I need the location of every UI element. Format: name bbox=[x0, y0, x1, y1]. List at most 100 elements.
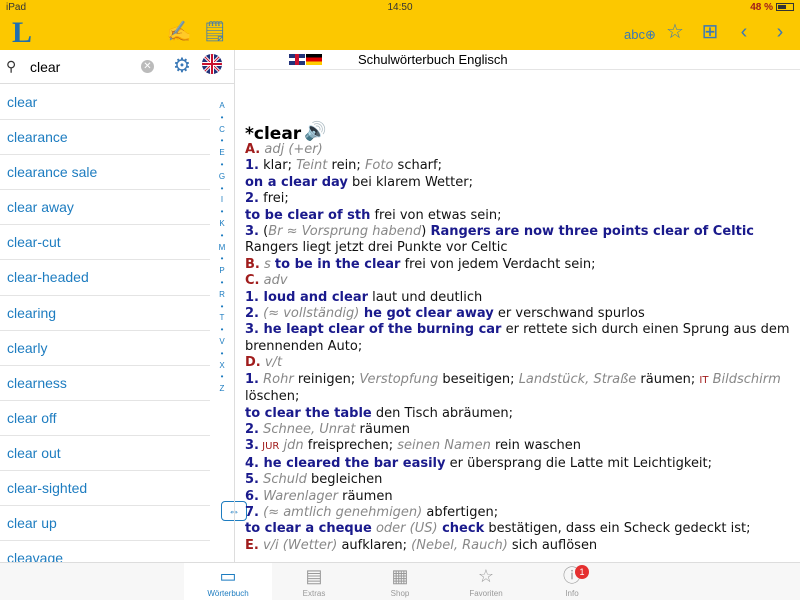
tab-extras[interactable]: ▤ Extras bbox=[270, 563, 358, 600]
translation-text: Rangers liegt jetzt drei Punkte vor Celt… bbox=[245, 240, 508, 256]
word-list-item[interactable]: clearance sale bbox=[0, 155, 210, 191]
example-phrase[interactable]: he cleared the bar easily bbox=[259, 456, 446, 471]
example-phrase[interactable]: to be in the clear bbox=[275, 257, 401, 272]
section-label: D. bbox=[245, 355, 261, 371]
tab-info[interactable]: ⓘ Info 1 bbox=[528, 563, 616, 600]
sense-number: 2. bbox=[245, 421, 259, 437]
word-list-item[interactable]: cleavage bbox=[0, 541, 210, 562]
word-list-item[interactable]: clearance bbox=[0, 120, 210, 156]
grammar-note: Schuld bbox=[258, 472, 307, 488]
alphabet-dot[interactable]: • bbox=[212, 230, 232, 242]
tab-wörterbuch[interactable]: ▭ Wörterbuch bbox=[184, 563, 272, 600]
alphabet-dot[interactable]: • bbox=[212, 253, 232, 265]
alphabet-letter[interactable]: Z bbox=[212, 383, 232, 395]
grammar-note: Verstopfung bbox=[359, 371, 439, 387]
word-list-item[interactable]: clear off bbox=[0, 401, 210, 436]
status-bar: iPad 14:50 48 % bbox=[0, 0, 800, 16]
cabinet-icon: ▦ bbox=[391, 566, 409, 586]
add-word-icon[interactable]: abc⊕ bbox=[624, 20, 656, 50]
alphabet-dot[interactable]: • bbox=[212, 348, 232, 360]
alphabet-letter[interactable]: P bbox=[212, 265, 232, 277]
domain-label: JUR bbox=[258, 441, 280, 453]
tab-favoriten[interactable]: ☆ Favoriten bbox=[442, 563, 530, 600]
alphabet-letter[interactable]: C bbox=[212, 124, 232, 136]
example-phrase[interactable]: he got clear away bbox=[359, 306, 494, 321]
word-list-item[interactable]: clear out bbox=[0, 436, 210, 472]
alphabet-dot[interactable]: • bbox=[212, 183, 232, 195]
alphabet-letter[interactable]: A bbox=[212, 100, 232, 112]
alphabet-dot[interactable]: • bbox=[212, 112, 232, 124]
alphabet-dot[interactable]: • bbox=[212, 277, 232, 289]
search-input[interactable] bbox=[30, 57, 140, 77]
gear-icon[interactable]: ⚙ bbox=[173, 55, 191, 77]
handwriting-icon[interactable]: ✍ bbox=[166, 20, 192, 44]
alphabet-letter[interactable]: G bbox=[212, 171, 232, 183]
entry-line: E. v/i (Wetter) aufklaren; (Nebel, Rauch… bbox=[245, 538, 790, 554]
example-phrase[interactable]: to clear the table bbox=[245, 406, 372, 421]
word-list-item[interactable]: clearly bbox=[0, 331, 210, 366]
sense-number: 3. bbox=[245, 224, 259, 240]
alphabet-letter[interactable]: V bbox=[212, 336, 232, 348]
grammar-note: oder (US) bbox=[371, 521, 438, 537]
top-toolbar: L ✍ 🗒 abc⊕ ☆ ⊞ ‹ › bbox=[0, 16, 800, 50]
battery-icon bbox=[776, 3, 794, 12]
tab-shop[interactable]: ▦ Shop bbox=[356, 563, 444, 600]
entry-line: 4. he cleared the bar easily er überspra… bbox=[245, 456, 790, 472]
entry-body: A. adj (+er) 1. klar; Teint rein; Foto sc… bbox=[245, 142, 790, 554]
alphabet-letter[interactable]: R bbox=[212, 289, 232, 301]
example-phrase[interactable]: loud and clear bbox=[259, 290, 369, 305]
box-icon: ▤ bbox=[305, 566, 323, 586]
clear-search-icon[interactable]: ✕ bbox=[141, 60, 154, 73]
star-add-icon[interactable]: ☆ bbox=[662, 20, 688, 44]
folder-add-icon[interactable]: ⊞ bbox=[696, 20, 724, 44]
alphabet-dot[interactable]: • bbox=[212, 206, 232, 218]
example-phrase[interactable]: on a clear day bbox=[245, 175, 348, 190]
tab-label: Extras bbox=[302, 589, 326, 598]
alphabet-dot[interactable]: • bbox=[212, 159, 232, 171]
alphabet-letter[interactable]: X bbox=[212, 360, 232, 372]
alphabet-index[interactable]: A • C • E • G • I • K • M • P • R • T • V • X • Z bbox=[212, 100, 232, 550]
word-list-item[interactable]: clearness bbox=[0, 366, 210, 401]
word-list-item[interactable]: clear bbox=[0, 85, 210, 121]
alphabet-letter[interactable]: K bbox=[212, 218, 232, 230]
example-phrase[interactable]: Rangers are now three points clear of Ce… bbox=[430, 224, 754, 239]
entry-line: A. adj (+er) bbox=[245, 142, 790, 158]
word-list-item[interactable]: clearing bbox=[0, 296, 210, 331]
translation-text: bestätigen, dass ein Scheck gedeckt ist; bbox=[484, 521, 751, 537]
tab-bar: ▭ Wörterbuch ▤ Extras ▦ Shop ☆ Favoriten ⓘ Info 1 bbox=[0, 562, 800, 600]
alphabet-letter[interactable]: I bbox=[212, 194, 232, 206]
entry-line: 3. JUR jdn freisprechen; seinen Namen re… bbox=[245, 438, 790, 455]
entry-line: 1. klar; Teint rein; Foto scharf; bbox=[245, 158, 790, 174]
dictionary-title: Schulwörterbuch Englisch bbox=[358, 52, 508, 67]
alphabet-dot[interactable]: • bbox=[212, 324, 232, 336]
word-list-item[interactable]: clear up bbox=[0, 506, 210, 542]
word-list-item[interactable]: clear-headed bbox=[0, 260, 210, 296]
word-list-item[interactable]: clear-sighted bbox=[0, 471, 210, 507]
vocabulary-card-icon[interactable]: 🗒 bbox=[202, 20, 228, 44]
language-direction-flag-icon[interactable] bbox=[202, 54, 222, 74]
translation-text: er übersprang die Latte mit Leichtigkeit… bbox=[445, 455, 713, 471]
alphabet-letter[interactable]: E bbox=[212, 147, 232, 159]
alphabet-dot[interactable]: • bbox=[212, 135, 232, 147]
word-list-item[interactable]: clear-cut bbox=[0, 225, 210, 261]
translation-text: den Tisch abräumen; bbox=[371, 405, 513, 421]
example-phrase[interactable]: check bbox=[438, 521, 484, 536]
uk-flag-icon bbox=[289, 54, 305, 65]
alphabet-letter[interactable]: M bbox=[212, 242, 232, 254]
forward-arrow-icon[interactable]: › bbox=[770, 20, 790, 44]
example-phrase[interactable]: to clear a cheque bbox=[245, 521, 372, 536]
back-arrow-icon[interactable]: ‹ bbox=[734, 20, 754, 44]
alphabet-dot[interactable]: • bbox=[212, 371, 232, 383]
sense-number: 3. bbox=[245, 322, 259, 338]
sense-number: 1. bbox=[245, 158, 259, 174]
alphabet-letter[interactable]: T bbox=[212, 312, 232, 324]
alphabet-dot[interactable]: • bbox=[212, 301, 232, 313]
tab-label: Info bbox=[565, 589, 579, 598]
translation-text: scharf; bbox=[393, 158, 442, 174]
word-list-item[interactable]: clear away bbox=[0, 190, 210, 226]
translation-text: rein waschen bbox=[490, 438, 582, 454]
grammar-note: Br ≈ Vorsprung habend bbox=[268, 224, 422, 240]
translation-text: räumen bbox=[355, 421, 411, 437]
example-phrase[interactable]: he leapt clear of the burning car bbox=[259, 322, 502, 337]
example-phrase[interactable]: to be clear of sth bbox=[245, 208, 370, 223]
